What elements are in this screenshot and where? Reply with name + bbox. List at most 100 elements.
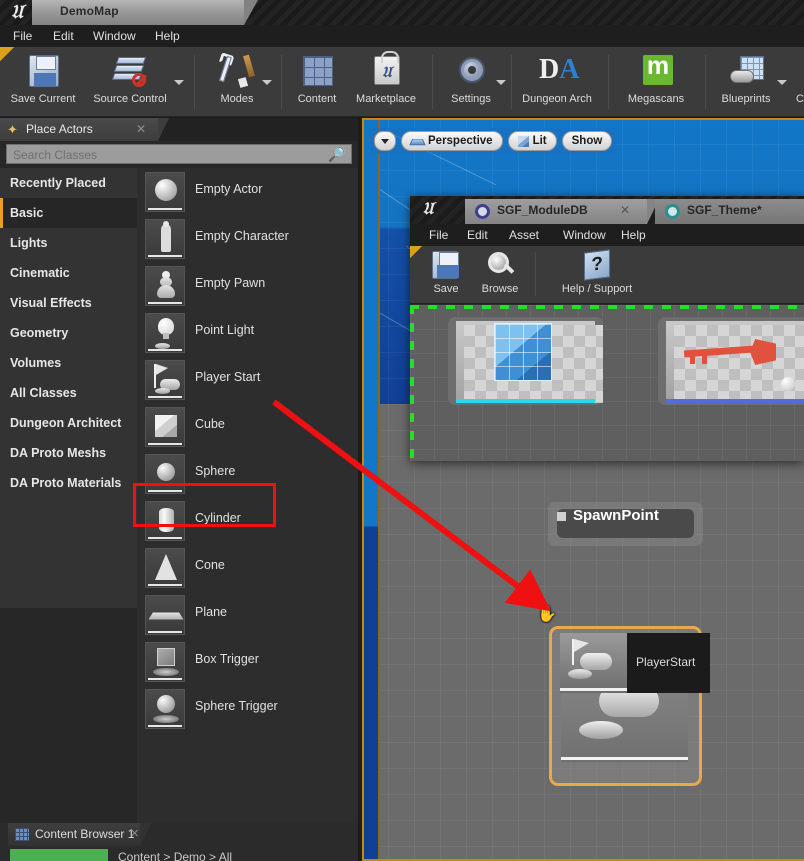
unreal-editor-window: 𝔘 DemoMap File Edit Window Help Save Cur… (0, 0, 804, 861)
cinematics-label: C (796, 93, 804, 105)
content-browser-panel: Content Browser 1 ✕ Content > Demo > All (0, 823, 358, 861)
sidebar-item-basic[interactable]: Basic (0, 198, 137, 228)
sidebar-item-da-proto-materials[interactable]: DA Proto Materials (0, 468, 137, 498)
asset-menu-window[interactable]: Window (556, 227, 613, 243)
theme-icon (665, 204, 680, 219)
close-icon[interactable]: ✕ (136, 122, 146, 136)
menu-window[interactable]: Window (86, 28, 143, 44)
asset-editor-window: 𝔘 SGF_ModuleDB ✕ SGF_Theme* File Edit As… (410, 196, 804, 461)
content-label: Content (297, 93, 337, 105)
settings-button[interactable]: Settings (442, 49, 500, 115)
asset-browse-label: Browse (481, 283, 519, 295)
list-item-empty-character[interactable]: Empty Character (137, 215, 358, 262)
settings-chevron-down-icon[interactable] (496, 80, 506, 85)
viewport-perspective-button[interactable]: Perspective (401, 131, 503, 151)
save-current-button[interactable]: Save Current (4, 49, 82, 115)
tab-place-actors[interactable]: ✦ Place Actors ✕ (0, 118, 169, 141)
box-trigger-thumb-icon (145, 642, 185, 682)
tab-content-browser-1[interactable]: Content Browser 1 ✕ (8, 823, 151, 846)
asset-save-button[interactable]: Save (422, 248, 470, 302)
sidebar-item-geometry[interactable]: Geometry (0, 318, 137, 348)
sidebar-item-recently-placed[interactable]: Recently Placed (0, 168, 137, 198)
menu-file[interactable]: File (6, 28, 39, 44)
asset-toolbar-corner-accent (410, 246, 422, 258)
asset-tile-red-key[interactable] (658, 317, 804, 405)
dungeon-architect-icon: DA (539, 54, 580, 85)
sidebar-item-visual-effects[interactable]: Visual Effects (0, 288, 137, 318)
plane-thumb-icon (145, 595, 185, 635)
sgf-theme-label: SGF_Theme* (687, 203, 762, 217)
asset-window-menu-bar: File Edit Asset Window Help (410, 224, 804, 246)
sidebar-item-lights[interactable]: Lights (0, 228, 137, 258)
sidebar-item-da-proto-meshs[interactable]: DA Proto Meshs (0, 438, 137, 468)
asset-help-support-button[interactable]: Help / Support (548, 248, 646, 302)
asset-help-support-label: Help / Support (561, 283, 633, 295)
spawnpoint-icon (557, 512, 566, 521)
breadcrumb[interactable]: Content > Demo > All (118, 850, 232, 861)
tab-sgf-theme[interactable]: SGF_Theme* (655, 199, 804, 224)
asset-toolbar-separator (535, 252, 536, 296)
menu-help[interactable]: Help (148, 28, 187, 44)
spawnpoint-actor-label[interactable]: SpawnPoint (548, 502, 703, 546)
asset-thumbnail (456, 321, 603, 403)
place-actors-icon: ✦ (7, 122, 18, 137)
asset-window-grid[interactable] (410, 305, 804, 461)
blueprints-button[interactable]: Blueprints (711, 49, 781, 115)
lit-cube-icon (517, 135, 529, 147)
blueprints-chevron-down-icon[interactable] (777, 80, 787, 85)
marketplace-button[interactable]: 𝔘 Marketplace (348, 49, 424, 115)
list-item-sphere-trigger[interactable]: Sphere Trigger (137, 685, 358, 732)
list-item-player-start[interactable]: Player Start (137, 356, 358, 403)
asset-browse-button[interactable]: Browse (472, 248, 528, 302)
asset-tile-blue-grid-cube[interactable] (448, 317, 603, 405)
megascans-button[interactable]: Megascans (615, 49, 697, 115)
modes-button[interactable]: Modes (205, 49, 269, 115)
level-tab-demomap[interactable]: DemoMap (32, 0, 258, 25)
list-item-box-trigger[interactable]: Box Trigger (137, 638, 358, 685)
list-item-empty-pawn[interactable]: Empty Pawn (137, 262, 358, 309)
menu-edit[interactable]: Edit (46, 28, 81, 44)
asset-menu-file[interactable]: File (422, 227, 455, 243)
sidebar-item-cinematic[interactable]: Cinematic (0, 258, 137, 288)
viewport-lit-button[interactable]: Lit (507, 131, 557, 151)
source-control-button[interactable]: Source Control (84, 49, 176, 115)
close-icon[interactable]: ✕ (620, 203, 630, 217)
list-item-point-light[interactable]: Point Light (137, 309, 358, 356)
dungeon-architect-button[interactable]: DA Dungeon Arch (515, 49, 599, 115)
list-item-cone[interactable]: Cone (137, 544, 358, 591)
asset-type-bar (456, 399, 595, 403)
cinematics-button[interactable]: C (790, 49, 804, 115)
sidebar-item-all-classes[interactable]: All Classes (0, 378, 137, 408)
asset-menu-help[interactable]: Help (614, 227, 653, 243)
search-input[interactable]: Search Classes 🔍 (6, 144, 352, 164)
viewport-menu-button[interactable] (374, 131, 396, 151)
tooltip-thumbnail (560, 633, 627, 693)
content-browser-icon (15, 828, 29, 841)
asset-menu-edit[interactable]: Edit (460, 227, 495, 243)
sidebar-item-volumes[interactable]: Volumes (0, 348, 137, 378)
asset-menu-asset[interactable]: Asset (502, 227, 546, 243)
content-browser-tab-label: Content Browser 1 (35, 827, 135, 841)
add-new-button[interactable] (10, 849, 108, 861)
toolbar-separator (194, 55, 195, 109)
point-light-thumb-icon (145, 313, 185, 353)
selection-dash-left (410, 305, 414, 461)
tab-sgf-moduledb[interactable]: SGF_ModuleDB ✕ (465, 199, 659, 224)
source-control-chevron-down-icon[interactable] (174, 80, 184, 85)
search-icon[interactable]: 🔍 (328, 146, 345, 163)
sidebar-item-dungeon-architect[interactable]: Dungeon Architect (0, 408, 137, 438)
menu-bar: File Edit Window Help (0, 25, 804, 47)
list-item-plane[interactable]: Plane (137, 591, 358, 638)
unreal-logo-icon: 𝔘 (10, 1, 24, 23)
dungeon-architect-label: Dungeon Arch (522, 93, 592, 105)
source-control-icon (110, 53, 150, 91)
blueprints-label: Blueprints (721, 93, 771, 105)
viewport-show-button[interactable]: Show (561, 131, 613, 151)
content-button[interactable]: Content (288, 49, 346, 115)
list-item-empty-actor[interactable]: Empty Actor (137, 168, 358, 215)
close-icon[interactable]: ✕ (130, 827, 139, 840)
blue-grid-cube-icon (494, 323, 552, 381)
modes-chevron-down-icon[interactable] (262, 80, 272, 85)
title-bar: 𝔘 DemoMap (0, 0, 804, 25)
list-item-cube[interactable]: Cube (137, 403, 358, 450)
